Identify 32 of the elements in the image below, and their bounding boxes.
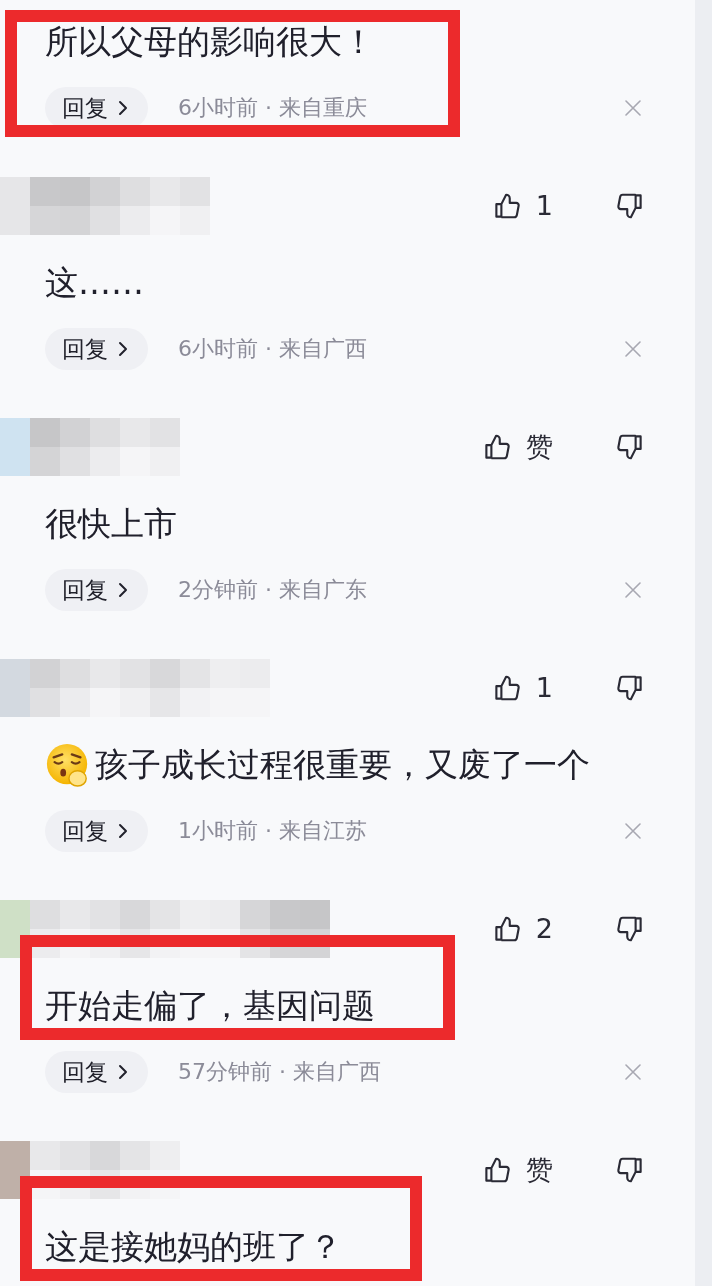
like-button[interactable]: 1 bbox=[491, 190, 553, 222]
comment-meta: 2分钟前 · 来自广东 bbox=[178, 576, 367, 604]
comment-text: 这…… bbox=[45, 263, 144, 303]
chevron-icon bbox=[118, 1064, 128, 1080]
comment-text: 很快上市 bbox=[45, 504, 177, 544]
comment-text: 开始走偏了，基因问题 bbox=[45, 986, 375, 1026]
comment-meta: 6小时前 · 来自广西 bbox=[178, 335, 367, 363]
chevron-icon bbox=[118, 100, 128, 116]
like-button[interactable]: 1 bbox=[491, 672, 553, 704]
reply-button[interactable]: 回复 bbox=[45, 328, 148, 370]
comment-meta: 6小时前 · 来自重庆 bbox=[178, 94, 367, 122]
chevron-icon bbox=[118, 341, 128, 357]
comment-text: 这是接她妈的班了？ bbox=[45, 1227, 342, 1267]
thumbs-down-icon[interactable] bbox=[615, 673, 645, 703]
comment-text: 孩子成长过程很重要，又废了一个 bbox=[95, 745, 590, 785]
like-button[interactable]: 赞 bbox=[482, 1154, 553, 1186]
chevron-icon bbox=[118, 823, 128, 839]
thumbs-down-icon[interactable] bbox=[615, 1155, 645, 1185]
comment-meta: 57分钟前 · 来自广西 bbox=[178, 1058, 381, 1086]
like-button[interactable]: 赞 bbox=[482, 431, 553, 463]
thumbs-down-icon[interactable] bbox=[615, 432, 645, 462]
reply-button[interactable]: 回复 bbox=[45, 810, 148, 852]
comment-meta: 1小时前 · 来自江苏 bbox=[178, 817, 367, 845]
thumbs-up-icon bbox=[482, 1155, 512, 1185]
thumbs-up-icon bbox=[482, 432, 512, 462]
comment-text: 所以父母的影响很大！ bbox=[45, 22, 375, 62]
reply-button[interactable]: 回复 bbox=[45, 569, 148, 611]
like-button[interactable]: 2 bbox=[491, 913, 553, 945]
thumbs-down-icon[interactable] bbox=[615, 914, 645, 944]
chevron-icon bbox=[118, 582, 128, 598]
thumbs-down-icon[interactable] bbox=[615, 191, 645, 221]
reply-button[interactable]: 回复 bbox=[45, 1051, 148, 1093]
